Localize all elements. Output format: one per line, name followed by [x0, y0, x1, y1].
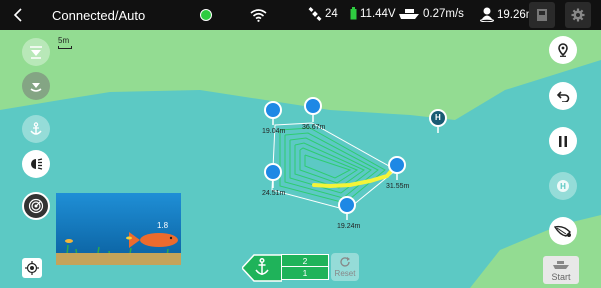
- return-home-button[interactable]: [22, 38, 50, 66]
- person-location-icon: [480, 7, 494, 22]
- counter-top: 2: [282, 255, 328, 267]
- waypoint-label: 36.67m: [302, 124, 326, 131]
- anchor-icon: [30, 122, 42, 135]
- refresh-icon: [340, 257, 350, 267]
- counter-bottom: 1: [302, 268, 308, 278]
- waypoint-counter[interactable]: 2 1: [281, 254, 329, 280]
- home-icon: H: [557, 180, 569, 192]
- waypoint-label: 24.51m: [262, 190, 286, 197]
- return-home-icon: [30, 46, 42, 59]
- start-label: Start: [551, 272, 571, 282]
- pause-button[interactable]: [549, 127, 577, 155]
- location-pin-icon: [558, 43, 568, 57]
- speed-value: 0.27m/s: [423, 7, 464, 20]
- reset-label: Reset: [334, 269, 356, 278]
- gear-icon: [571, 8, 585, 22]
- undo-icon: [556, 91, 569, 102]
- bait-drop-icon: [30, 83, 42, 92]
- satellite-icon: [308, 7, 322, 21]
- bait-drop-button[interactable]: [22, 72, 50, 100]
- svg-text:H: H: [560, 182, 566, 191]
- top-status-bar: Connected/Auto 24 11.44V 0.27m/s 19.26m: [0, 0, 601, 30]
- anchor-mode-tab[interactable]: [240, 254, 283, 287]
- scale-bar: [58, 46, 72, 49]
- chevron-left-icon: [13, 8, 22, 22]
- sonar-depth-label: 1.8: [157, 221, 169, 230]
- connection-status-dot: [200, 9, 212, 21]
- battery-icon: [350, 7, 357, 20]
- waypoint-label: 19.24m: [337, 223, 361, 230]
- undo-button[interactable]: [549, 82, 577, 110]
- home-button[interactable]: H: [549, 172, 577, 200]
- route-shape-button[interactable]: [549, 217, 577, 245]
- boat-speed: 0.27m/s: [398, 7, 464, 20]
- sonar-button[interactable]: [22, 192, 50, 220]
- scale-label: 5m: [58, 36, 70, 45]
- connection-mode: Connected/Auto: [52, 8, 146, 23]
- distance-from-user: 19.26m: [480, 7, 535, 22]
- sonar-icon: [28, 198, 44, 214]
- sd-card-icon: [537, 9, 547, 21]
- map-scale: 5m: [58, 36, 72, 49]
- light-icon: [31, 158, 43, 170]
- back-button[interactable]: [0, 0, 36, 30]
- route-shape-icon: [554, 225, 571, 237]
- home-marker-letter: H: [435, 113, 441, 122]
- light-button[interactable]: [22, 150, 50, 178]
- waypoint-label: 31.55m: [386, 183, 410, 190]
- storage-button[interactable]: [529, 2, 555, 28]
- anchor-button[interactable]: [22, 115, 50, 143]
- reset-button[interactable]: Reset: [331, 253, 359, 281]
- start-button[interactable]: Start: [543, 256, 579, 284]
- satellite-count-value: 24: [325, 8, 338, 20]
- settings-button[interactable]: [565, 2, 591, 28]
- boat-icon: [553, 261, 569, 269]
- locate-icon: [25, 261, 39, 275]
- satellite-count: 24: [308, 7, 338, 21]
- locate-button[interactable]: [22, 258, 42, 278]
- seabed: [56, 253, 181, 265]
- boat-icon: [399, 9, 419, 19]
- waypoint-label: 19.04m: [262, 128, 286, 135]
- location-button[interactable]: [549, 36, 577, 64]
- battery-voltage: 11.44V: [350, 7, 396, 20]
- pause-icon: [559, 135, 567, 147]
- wifi-icon: [250, 9, 267, 22]
- voltage-value: 11.44V: [360, 7, 396, 20]
